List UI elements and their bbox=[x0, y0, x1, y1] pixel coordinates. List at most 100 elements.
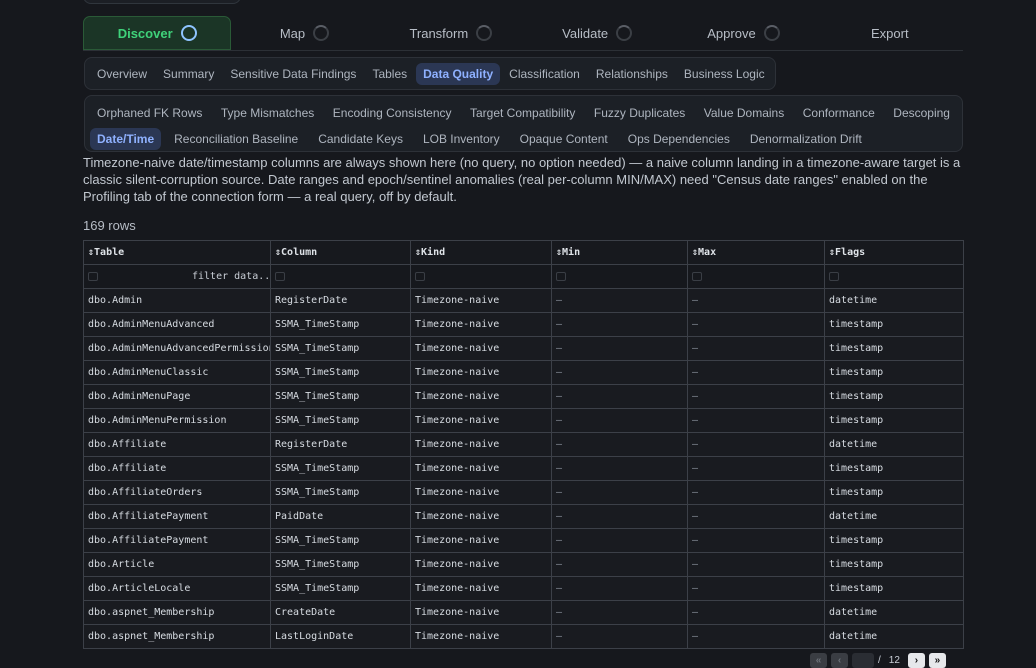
column-header-min[interactable]: ⇕Min bbox=[551, 240, 688, 265]
cell-column: SSMA_TimeStamp bbox=[270, 576, 411, 601]
wizard-steps: Discover Map Transform Validate Approve Expor… bbox=[83, 16, 963, 51]
table-row[interactable]: dbo.Article SSMA_TimeStamp Timezone-naive —… bbox=[83, 552, 964, 577]
subtab-orphaned-fk-rows[interactable]: Orphaned FK Rows bbox=[90, 102, 209, 124]
wizard-step-approve[interactable]: Approve bbox=[670, 16, 816, 50]
table-row[interactable]: dbo.AdminMenuPermission SSMA_TimeStamp Tim… bbox=[83, 408, 964, 433]
filter-type-icon[interactable] bbox=[829, 271, 839, 281]
tab-overview[interactable]: Overview bbox=[90, 63, 154, 85]
tab-data-quality[interactable]: Data Quality bbox=[416, 62, 501, 85]
subtab-encoding-consistency[interactable]: Encoding Consistency bbox=[326, 102, 459, 124]
filter-cell-column[interactable] bbox=[270, 264, 411, 289]
first-page-button[interactable]: « bbox=[810, 653, 827, 668]
cell-max: — bbox=[687, 312, 825, 337]
filter-cell-table[interactable]: filter data... bbox=[83, 264, 271, 289]
cell-max: — bbox=[687, 360, 825, 385]
column-header-max[interactable]: ⇕Max bbox=[687, 240, 825, 265]
column-header-kind[interactable]: ⇕Kind bbox=[410, 240, 552, 265]
column-header-column[interactable]: ⇕Column bbox=[270, 240, 411, 265]
cell-table: dbo.Affiliate bbox=[83, 432, 271, 457]
cell-kind: Timezone-naive bbox=[410, 576, 552, 601]
subtab-ops-dependencies[interactable]: Ops Dependencies bbox=[621, 128, 737, 150]
table-row[interactable]: dbo.Affiliate SSMA_TimeStamp Timezone-naiv… bbox=[83, 456, 964, 481]
cell-column: SSMA_TimeStamp bbox=[270, 312, 411, 337]
cell-min: — bbox=[551, 456, 688, 481]
filter-type-icon[interactable] bbox=[88, 271, 98, 281]
filter-cell-kind[interactable] bbox=[410, 264, 552, 289]
cell-table: dbo.AdminMenuClassic bbox=[83, 360, 271, 385]
cell-min: — bbox=[551, 288, 688, 313]
cell-min: — bbox=[551, 552, 688, 577]
cell-max: — bbox=[687, 600, 825, 625]
page-number-input[interactable] bbox=[852, 653, 874, 668]
wizard-step-export[interactable]: Export bbox=[817, 16, 963, 50]
cell-table: dbo.AffiliateOrders bbox=[83, 480, 271, 505]
cell-kind: Timezone-naive bbox=[410, 624, 552, 649]
subtab-opaque-content[interactable]: Opaque Content bbox=[513, 128, 615, 150]
cell-column: RegisterDate bbox=[270, 432, 411, 457]
last-page-button[interactable]: » bbox=[928, 653, 946, 668]
next-page-button[interactable]: › bbox=[907, 653, 925, 668]
subtab-lob-inventory[interactable]: LOB Inventory bbox=[416, 128, 507, 150]
filter-cell-max[interactable] bbox=[687, 264, 825, 289]
subtab-reconciliation-baseline[interactable]: Reconciliation Baseline bbox=[167, 128, 305, 150]
filter-type-icon[interactable] bbox=[692, 271, 702, 281]
tab-sensitive-data-findings[interactable]: Sensitive Data Findings bbox=[223, 63, 363, 85]
cell-max: — bbox=[687, 336, 825, 361]
cell-flags: datetime bbox=[824, 504, 964, 529]
table-row[interactable]: dbo.AffiliateOrders SSMA_TimeStamp Timezon… bbox=[83, 480, 964, 505]
subtab-fuzzy-duplicates[interactable]: Fuzzy Duplicates bbox=[587, 102, 692, 124]
table-row[interactable]: dbo.ArticleLocale SSMA_TimeStamp Timezone-… bbox=[83, 576, 964, 601]
subtabs-row-2: Date/Time Reconciliation Baseline Candidat… bbox=[90, 127, 957, 150]
table-row[interactable]: dbo.aspnet_Membership LastLoginDate Timezo… bbox=[83, 624, 964, 649]
table-row[interactable]: dbo.aspnet_Membership CreateDate Timezone-… bbox=[83, 600, 964, 625]
subtab-candidate-keys[interactable]: Candidate Keys bbox=[311, 128, 410, 150]
wizard-step-discover[interactable]: Discover bbox=[83, 16, 232, 50]
column-header-flags[interactable]: ⇕Flags bbox=[824, 240, 964, 265]
column-header-table[interactable]: ⇕Table bbox=[83, 240, 271, 265]
table-row[interactable]: dbo.AdminMenuAdvancedPermission SSMA_Time… bbox=[83, 336, 964, 361]
filter-type-icon[interactable] bbox=[556, 271, 566, 281]
filter-row: filter data... bbox=[83, 264, 964, 289]
subtab-target-compatibility[interactable]: Target Compatibility bbox=[463, 102, 582, 124]
wizard-step-transform[interactable]: Transform bbox=[378, 16, 524, 50]
subtab-conformance[interactable]: Conformance bbox=[796, 102, 882, 124]
progress-ring-icon bbox=[180, 25, 197, 41]
cell-max: — bbox=[687, 576, 825, 601]
main-tabs: Overview Summary Sensitive Data Findings Ta… bbox=[84, 57, 776, 90]
tab-summary[interactable]: Summary bbox=[156, 63, 221, 85]
table-row[interactable]: dbo.AffiliatePayment SSMA_TimeStamp Timezo… bbox=[83, 528, 964, 553]
wizard-step-map[interactable]: Map bbox=[231, 16, 377, 50]
table-row[interactable]: dbo.Admin RegisterDate Timezone-naive — — dat… bbox=[83, 288, 964, 313]
tab-classification[interactable]: Classification bbox=[502, 63, 587, 85]
table-row[interactable]: dbo.AdminMenuClassic SSMA_TimeStamp Timezo… bbox=[83, 360, 964, 385]
prev-page-button[interactable]: ‹ bbox=[831, 653, 848, 668]
table-row[interactable]: dbo.AffiliatePayment PaidDate Timezone-nai… bbox=[83, 504, 964, 529]
table-row[interactable]: dbo.Affiliate RegisterDate Timezone-naive —… bbox=[83, 432, 964, 457]
filter-type-icon[interactable] bbox=[275, 271, 285, 281]
subtab-descoping[interactable]: Descoping bbox=[886, 102, 957, 124]
wizard-step-validate[interactable]: Validate bbox=[524, 16, 670, 50]
wizard-step-label: Map bbox=[279, 25, 306, 41]
table-row[interactable]: dbo.AdminMenuAdvanced SSMA_TimeStamp Timez… bbox=[83, 312, 964, 337]
filter-input-placeholder[interactable]: filter data... bbox=[192, 271, 270, 282]
tab-business-logic[interactable]: Business Logic bbox=[677, 63, 772, 85]
cell-flags: timestamp bbox=[824, 360, 964, 385]
cell-column: CreateDate bbox=[270, 600, 411, 625]
wizard-step-label: Transform bbox=[409, 25, 469, 41]
cell-flags: timestamp bbox=[824, 480, 964, 505]
filter-type-icon[interactable] bbox=[415, 271, 425, 281]
subtab-denormalization-drift[interactable]: Denormalization Drift bbox=[743, 128, 869, 150]
progress-ring-icon bbox=[616, 25, 633, 41]
filter-cell-flags[interactable] bbox=[824, 264, 964, 289]
subtab-date-time[interactable]: Date/Time bbox=[90, 127, 162, 150]
cell-column: SSMA_TimeStamp bbox=[270, 456, 411, 481]
cell-column: SSMA_TimeStamp bbox=[270, 360, 411, 385]
cell-min: — bbox=[551, 360, 688, 385]
subtab-value-domains[interactable]: Value Domains bbox=[697, 102, 791, 124]
tab-tables[interactable]: Tables bbox=[365, 63, 414, 85]
cell-kind: Timezone-naive bbox=[410, 480, 552, 505]
subtab-type-mismatches[interactable]: Type Mismatches bbox=[214, 102, 321, 124]
tab-relationships[interactable]: Relationships bbox=[589, 63, 675, 85]
table-row[interactable]: dbo.AdminMenuPage SSMA_TimeStamp Timezone-… bbox=[83, 384, 964, 409]
filter-cell-min[interactable] bbox=[551, 264, 688, 289]
